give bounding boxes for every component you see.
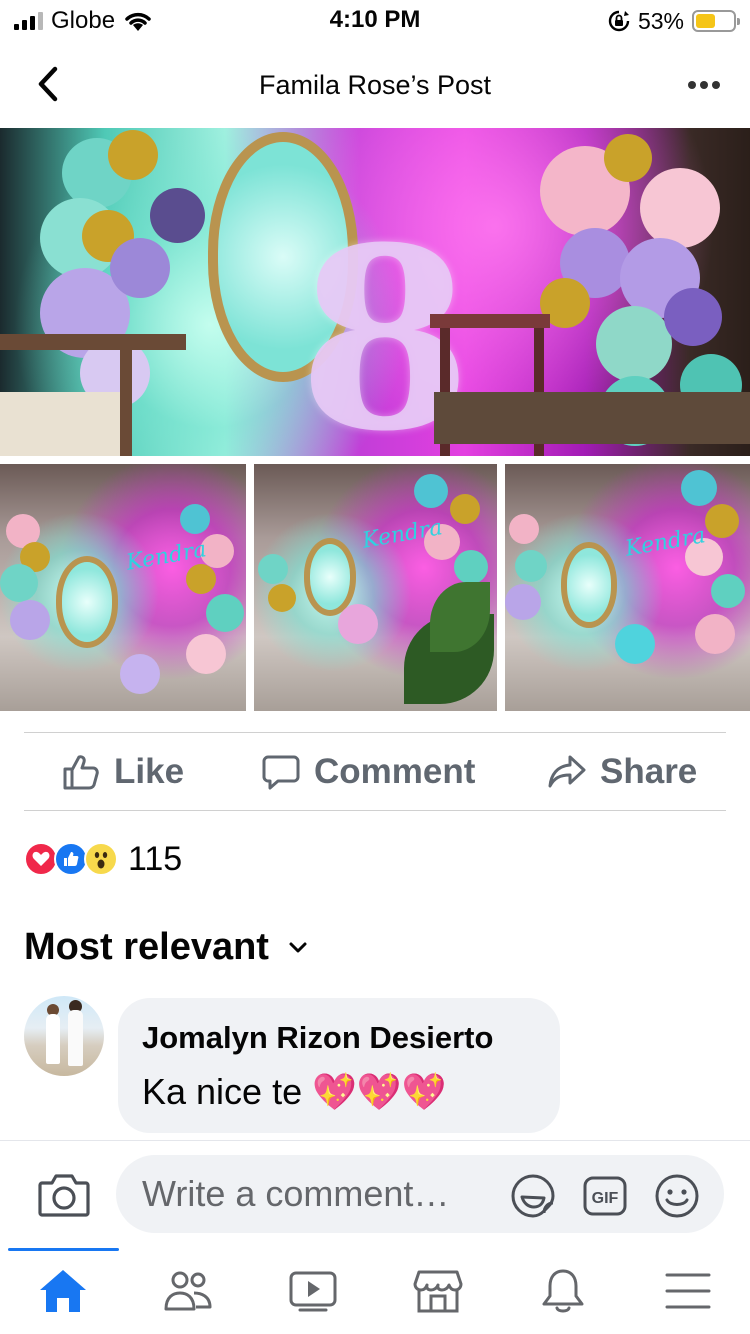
home-icon: [40, 1270, 86, 1312]
bottom-tab-bar: [0, 1248, 750, 1334]
battery-level: [696, 14, 716, 28]
tab-notifications[interactable]: [537, 1266, 589, 1316]
chevron-left-icon: [38, 66, 58, 102]
emoji-icon[interactable]: [654, 1173, 700, 1219]
svg-text:GIF: GIF: [592, 1190, 619, 1207]
thumbs-up-icon: [63, 755, 99, 790]
share-icon: [548, 755, 586, 788]
comment-label: Comment: [314, 752, 476, 791]
like-button[interactable]: Like: [62, 733, 184, 811]
like-label: Like: [114, 752, 185, 791]
post-header: Famila Rose’s Post: [0, 42, 750, 128]
camera-icon[interactable]: [38, 1171, 90, 1219]
post-actions: Like Comment Share: [0, 733, 750, 811]
comment-sort-dropdown[interactable]: Most relevant: [24, 922, 309, 972]
wifi-icon: [125, 12, 151, 31]
photo-thumbnail[interactable]: Kendra: [505, 464, 750, 711]
signal-icon: [14, 12, 43, 30]
love-reaction-icon: [24, 842, 58, 876]
gif-icon[interactable]: GIF: [582, 1173, 628, 1219]
divider: [24, 810, 726, 811]
active-tab-indicator: [8, 1248, 119, 1251]
tab-home[interactable]: [37, 1266, 89, 1316]
post-photo-main[interactable]: 8: [0, 128, 750, 456]
comment-button[interactable]: Comment: [262, 733, 475, 811]
watch-icon: [289, 1271, 337, 1312]
avatar[interactable]: [24, 996, 104, 1076]
post-photo-thumbnails: Kendra Kendra Kendra: [0, 464, 750, 711]
like-reaction-icon: [54, 842, 88, 876]
battery-icon: [692, 10, 740, 32]
share-label: Share: [600, 752, 698, 791]
carrier-name: Globe: [51, 7, 116, 34]
comment-bubble[interactable]: Jomalyn Rizon Desierto Ka nice te 💖💖💖: [118, 998, 560, 1133]
back-button[interactable]: [28, 64, 68, 104]
marketplace-icon: [413, 1270, 463, 1313]
reaction-count: 115: [128, 839, 183, 878]
rotation-lock-icon: [608, 10, 630, 32]
comment-icon: [262, 755, 300, 790]
status-bar: Globe 4:10 PM 53%: [0, 0, 750, 42]
battery-percent: 53%: [637, 7, 684, 34]
wow-reaction-icon: [84, 842, 118, 876]
status-left: Globe: [14, 7, 153, 34]
sort-label: Most relevant: [24, 925, 269, 968]
status-right: 53%: [608, 7, 740, 34]
tab-friends[interactable]: [162, 1266, 214, 1316]
tab-menu[interactable]: [662, 1266, 714, 1316]
comment-composer: Write a comment… GIF: [0, 1140, 750, 1248]
bell-icon: [542, 1269, 584, 1313]
share-button[interactable]: Share: [548, 733, 697, 811]
page-title: Famila Rose’s Post: [258, 70, 492, 100]
friends-icon: [164, 1271, 212, 1311]
more-options-button[interactable]: [684, 68, 724, 102]
tab-watch[interactable]: [287, 1266, 339, 1316]
tab-marketplace[interactable]: [412, 1266, 464, 1316]
reactions-summary[interactable]: 115: [24, 840, 182, 878]
comment-author[interactable]: Jomalyn Rizon Desierto: [142, 1018, 536, 1058]
sticker-icon[interactable]: [510, 1173, 556, 1219]
chevron-down-icon: [289, 942, 307, 953]
photo-thumbnail[interactable]: Kendra: [0, 464, 246, 711]
comment-text: Ka nice te 💖💖💖: [142, 1071, 447, 1112]
more-horizontal-icon: [688, 81, 696, 89]
comment-input-placeholder: Write a comment…: [142, 1173, 450, 1214]
comment-input[interactable]: Write a comment… GIF: [116, 1155, 724, 1233]
photo-thumbnail[interactable]: Kendra: [254, 464, 497, 711]
menu-icon: [665, 1273, 711, 1309]
